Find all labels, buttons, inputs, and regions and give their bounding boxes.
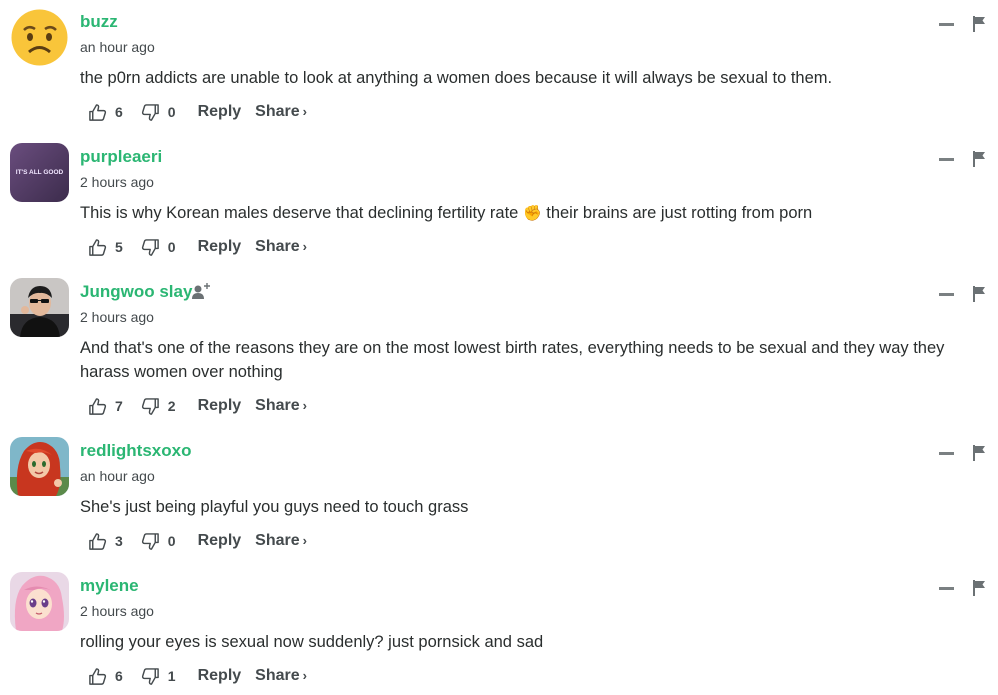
collapse-icon[interactable] bbox=[939, 452, 954, 455]
upvote-button[interactable]: 5 bbox=[88, 238, 123, 257]
thumbs-up-icon bbox=[88, 532, 107, 551]
svg-text:IT'S ALL GOOD: IT'S ALL GOOD bbox=[16, 169, 64, 176]
downvote-button[interactable]: 0 bbox=[141, 103, 176, 122]
timestamp[interactable]: an hour ago bbox=[80, 468, 155, 484]
collapse-icon[interactable] bbox=[939, 293, 954, 296]
downvote-count: 1 bbox=[167, 668, 176, 684]
chevron-right-icon: › bbox=[302, 668, 307, 683]
downvote-button[interactable]: 0 bbox=[141, 532, 176, 551]
comment-actions: 7 2 Reply Share › bbox=[88, 394, 307, 418]
chevron-right-icon: › bbox=[302, 104, 307, 119]
avatar[interactable]: IT'S ALL GOOD bbox=[10, 143, 69, 202]
comment-text: This is why Korean males deserve that de… bbox=[80, 201, 980, 226]
red-hair-cartoon-avatar-icon bbox=[10, 437, 69, 496]
username[interactable]: mylene bbox=[80, 576, 139, 596]
chevron-right-icon: › bbox=[302, 533, 307, 548]
reply-button[interactable]: Reply bbox=[198, 532, 242, 550]
avatar[interactable] bbox=[10, 572, 69, 631]
username[interactable]: purpleaeri bbox=[80, 147, 162, 167]
person-photo-avatar-icon bbox=[10, 278, 69, 337]
upvote-count: 6 bbox=[115, 668, 123, 684]
confused-emoji-avatar-icon bbox=[10, 8, 69, 67]
downvote-count: 0 bbox=[167, 104, 176, 120]
downvote-button[interactable]: 0 bbox=[141, 238, 176, 257]
thumbs-up-icon bbox=[88, 103, 107, 122]
downvote-count: 2 bbox=[167, 398, 176, 414]
purple-neon-avatar-icon: IT'S ALL GOOD bbox=[10, 143, 69, 202]
add-user-icon[interactable] bbox=[191, 282, 211, 302]
username[interactable]: Jungwoo slay bbox=[80, 282, 192, 302]
comment-text-part: This is why Korean males deserve that de… bbox=[80, 204, 519, 222]
upvote-button[interactable]: 6 bbox=[88, 103, 123, 122]
flag-icon[interactable] bbox=[973, 16, 987, 32]
reply-button[interactable]: Reply bbox=[198, 238, 242, 256]
share-button[interactable]: Share › bbox=[255, 532, 307, 550]
avatar[interactable] bbox=[10, 8, 69, 67]
collapse-icon[interactable] bbox=[939, 23, 954, 26]
flag-icon[interactable] bbox=[973, 286, 987, 302]
collapse-icon[interactable] bbox=[939, 158, 954, 161]
share-button[interactable]: Share › bbox=[255, 238, 307, 256]
flag-icon[interactable] bbox=[973, 445, 987, 461]
downvote-button[interactable]: 2 bbox=[141, 397, 176, 416]
chevron-right-icon: › bbox=[302, 239, 307, 254]
thumbs-up-icon bbox=[88, 667, 107, 686]
raised-fist-emoji: ✊ bbox=[522, 205, 542, 222]
upvote-button[interactable]: 6 bbox=[88, 667, 123, 686]
chevron-right-icon: › bbox=[302, 398, 307, 413]
thumbs-up-icon bbox=[88, 238, 107, 257]
share-button[interactable]: Share › bbox=[255, 397, 307, 415]
thumbs-down-icon bbox=[141, 238, 160, 257]
upvote-count: 7 bbox=[115, 398, 123, 414]
collapse-icon[interactable] bbox=[939, 587, 954, 590]
timestamp[interactable]: 2 hours ago bbox=[80, 309, 154, 325]
timestamp[interactable]: an hour ago bbox=[80, 39, 155, 55]
share-label: Share bbox=[255, 667, 300, 684]
upvote-count: 3 bbox=[115, 533, 123, 549]
comment-text: the p0rn addicts are unable to look at a… bbox=[80, 69, 833, 87]
flag-icon[interactable] bbox=[973, 151, 987, 167]
pink-hair-anime-avatar-icon bbox=[10, 572, 69, 631]
thumbs-up-icon bbox=[88, 397, 107, 416]
username[interactable]: redlightsxoxo bbox=[80, 441, 191, 461]
comment-actions: 3 0 Reply Share › bbox=[88, 529, 307, 553]
downvote-count: 0 bbox=[167, 533, 176, 549]
comment-actions: 5 0 Reply Share › bbox=[88, 235, 307, 259]
upvote-button[interactable]: 3 bbox=[88, 532, 123, 551]
avatar[interactable] bbox=[10, 278, 69, 337]
share-label: Share bbox=[255, 238, 300, 255]
comment-text: And that's one of the reasons they are o… bbox=[80, 339, 945, 381]
thumbs-down-icon bbox=[141, 103, 160, 122]
avatar[interactable] bbox=[10, 437, 69, 496]
share-label: Share bbox=[255, 532, 300, 549]
username[interactable]: buzz bbox=[80, 12, 118, 32]
upvote-count: 6 bbox=[115, 104, 123, 120]
reply-button[interactable]: Reply bbox=[198, 103, 242, 121]
flag-icon[interactable] bbox=[973, 580, 987, 596]
comment-actions: 6 0 Reply Share › bbox=[88, 100, 307, 124]
downvote-count: 0 bbox=[167, 239, 176, 255]
thumbs-down-icon bbox=[141, 532, 160, 551]
comment-text-part: their brains are just rotting from porn bbox=[546, 204, 813, 222]
timestamp[interactable]: 2 hours ago bbox=[80, 603, 154, 619]
share-label: Share bbox=[255, 397, 300, 414]
upvote-button[interactable]: 7 bbox=[88, 397, 123, 416]
comment-text: She's just being playful you guys need t… bbox=[80, 498, 469, 516]
timestamp[interactable]: 2 hours ago bbox=[80, 174, 154, 190]
comment-text: rolling your eyes is sexual now suddenly… bbox=[80, 633, 544, 651]
thumbs-down-icon bbox=[141, 397, 160, 416]
share-button[interactable]: Share › bbox=[255, 667, 307, 685]
upvote-count: 5 bbox=[115, 239, 123, 255]
comment-actions: 6 1 Reply Share › bbox=[88, 664, 307, 688]
reply-button[interactable]: Reply bbox=[198, 397, 242, 415]
downvote-button[interactable]: 1 bbox=[141, 667, 176, 686]
reply-button[interactable]: Reply bbox=[198, 667, 242, 685]
share-label: Share bbox=[255, 103, 300, 120]
thumbs-down-icon bbox=[141, 667, 160, 686]
share-button[interactable]: Share › bbox=[255, 103, 307, 121]
